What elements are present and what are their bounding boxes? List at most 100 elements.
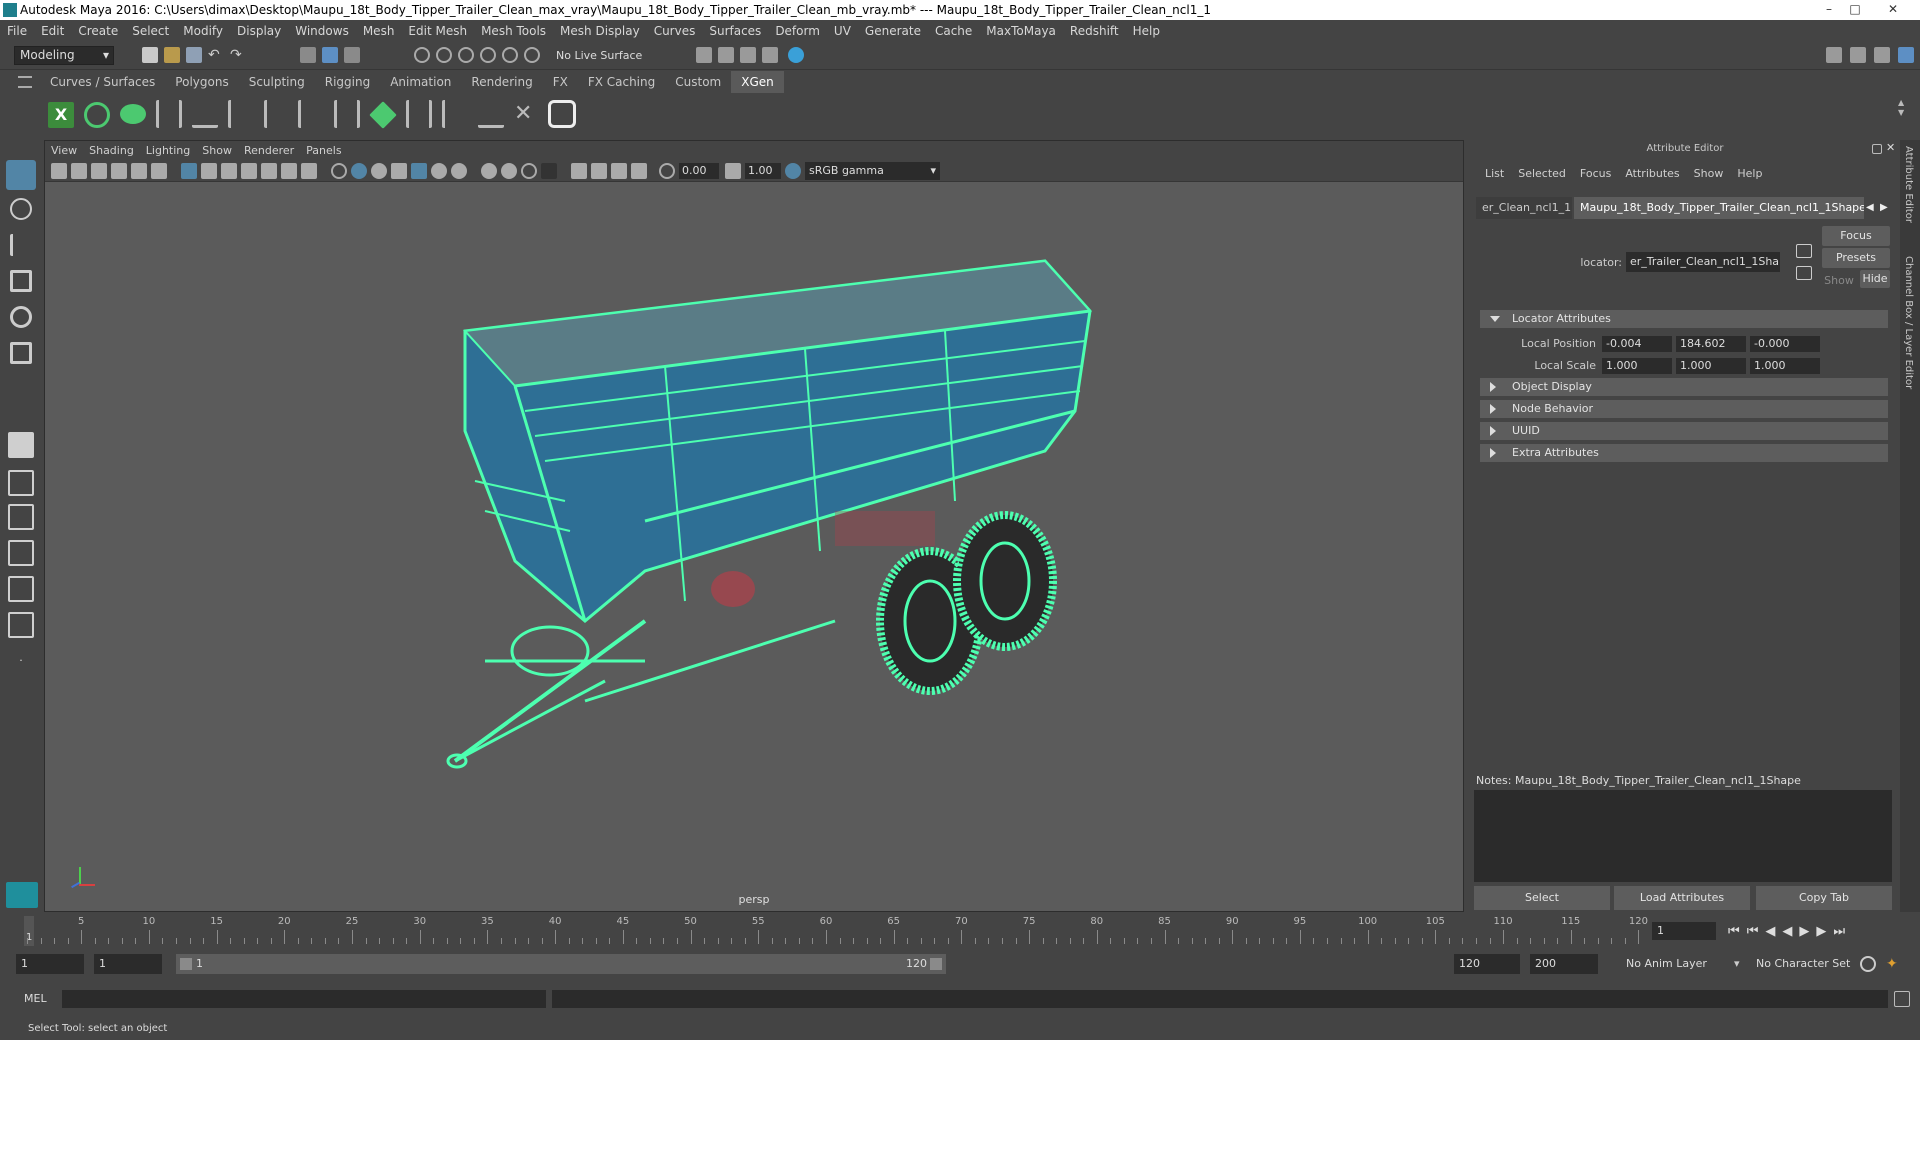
film-gate-icon[interactable] xyxy=(201,163,217,179)
scene-start-field[interactable]: 1 xyxy=(16,954,84,974)
smooth-shade-icon[interactable] xyxy=(351,163,367,179)
auto-key-icon[interactable] xyxy=(1860,956,1876,972)
hypershade-layout-icon[interactable] xyxy=(8,612,34,638)
safe-action-icon[interactable] xyxy=(281,163,297,179)
open-scene-icon[interactable] xyxy=(164,47,180,63)
local-position-x[interactable]: -0.004 xyxy=(1602,336,1672,352)
multisample-icon[interactable] xyxy=(611,163,627,179)
close-panel-icon[interactable]: ✕ xyxy=(1886,142,1898,154)
render-view-icon[interactable] xyxy=(718,47,734,63)
command-input[interactable] xyxy=(62,990,546,1008)
go-to-end-icon[interactable]: ⏭ xyxy=(1833,924,1852,939)
play-forward-icon[interactable]: ▶ xyxy=(1799,924,1816,939)
section-object-display[interactable]: Object Display xyxy=(1480,378,1888,396)
shelf-tab-sculpting[interactable]: Sculpting xyxy=(239,71,315,93)
hypershade-icon[interactable] xyxy=(788,47,804,63)
select-button[interactable]: Select xyxy=(1474,886,1610,910)
hide-button[interactable]: Hide xyxy=(1860,270,1890,288)
use-lights-icon[interactable] xyxy=(431,163,447,179)
shelf-menu-icon[interactable] xyxy=(18,76,32,88)
ipr-render-icon[interactable] xyxy=(762,47,778,63)
tool-settings-icon[interactable] xyxy=(1874,47,1890,63)
local-position-z[interactable]: -0.000 xyxy=(1750,336,1820,352)
menu-mesh-tools[interactable]: Mesh Tools xyxy=(474,20,553,42)
new-scene-icon[interactable] xyxy=(142,47,158,63)
select-output-icon[interactable] xyxy=(1796,266,1812,280)
playback-end-field[interactable]: 120 xyxy=(1454,954,1520,974)
camera-select-icon[interactable] xyxy=(51,163,67,179)
select-object-icon[interactable] xyxy=(322,47,338,63)
select-tool-icon[interactable] xyxy=(6,160,36,190)
time-ruler[interactable]: 1 5 10 15 20 25 30 35 40 45 50 55 60 65 70 75 80 85 90 95 1… xyxy=(24,914,1649,946)
minimize-icon[interactable]: – xyxy=(1816,0,1842,18)
paint-select-tool-icon[interactable] xyxy=(10,234,32,256)
menu-file[interactable]: File xyxy=(0,20,34,42)
trailer-wireframe-model[interactable] xyxy=(45,181,1463,891)
attribute-editor-toggle-icon[interactable] xyxy=(1850,47,1866,63)
menu-modify[interactable]: Modify xyxy=(176,20,230,42)
shelf-scroll-icon[interactable]: ▲ ▼ xyxy=(1898,98,1908,128)
menu-maxtomaya[interactable]: MaxToMaya xyxy=(979,20,1063,42)
gate-mask-icon[interactable] xyxy=(241,163,257,179)
snap-live-icon[interactable] xyxy=(524,47,540,63)
select-hierarchy-icon[interactable] xyxy=(300,47,316,63)
section-node-behavior[interactable]: Node Behavior xyxy=(1480,400,1888,418)
copy-tab-button[interactable]: Copy Tab xyxy=(1756,886,1892,910)
viewport-panel[interactable]: View Shading Lighting Show Renderer Panels xyxy=(44,140,1464,912)
move-tool-icon[interactable] xyxy=(10,270,32,292)
menu-edit[interactable]: Edit xyxy=(34,20,71,42)
redo-icon[interactable]: ↷ xyxy=(230,47,246,63)
menu-select[interactable]: Select xyxy=(125,20,176,42)
menu-surfaces[interactable]: Surfaces xyxy=(702,20,768,42)
script-editor-icon[interactable] xyxy=(1894,991,1910,1007)
outliner-layout-icon[interactable] xyxy=(8,576,34,602)
snap-surface-icon[interactable] xyxy=(502,47,518,63)
backface-culling-icon[interactable] xyxy=(541,163,557,179)
gamma-icon[interactable] xyxy=(725,163,741,179)
attr-menu-show[interactable]: Show xyxy=(1687,164,1731,184)
live-surface-field[interactable]: No Live Surface xyxy=(552,46,652,65)
menu-set-dropdown[interactable]: Modeling ▾ xyxy=(14,46,114,65)
xgen-description-icon[interactable] xyxy=(120,104,146,124)
exposure-field[interactable]: 0.00 xyxy=(679,163,719,179)
float-panel-icon[interactable] xyxy=(1872,144,1882,154)
gamma-field[interactable]: 1.00 xyxy=(745,163,781,179)
xgen-add-guide-icon[interactable] xyxy=(192,100,218,128)
wireframe-icon[interactable] xyxy=(331,163,347,179)
panel-menu-renderer[interactable]: Renderer xyxy=(238,141,300,160)
tab-shape-node[interactable]: Maupu_18t_Body_Tipper_Trailer_Clean_ncl1… xyxy=(1574,197,1864,219)
tab-attribute-editor[interactable]: Attribute Editor xyxy=(1903,146,1914,223)
xgen-cut-icon[interactable] xyxy=(478,100,504,128)
resolution-gate-icon[interactable] xyxy=(221,163,237,179)
local-position-y[interactable]: 184.602 xyxy=(1676,336,1746,352)
menu-mesh-display[interactable]: Mesh Display xyxy=(553,20,647,42)
range-slider[interactable]: 1 120 xyxy=(176,954,946,974)
xgen-place-icon[interactable] xyxy=(228,100,254,128)
safe-title-icon[interactable] xyxy=(301,163,317,179)
ambient-occlusion-icon[interactable] xyxy=(571,163,587,179)
shelf-tab-rendering[interactable]: Rendering xyxy=(461,71,542,93)
xgen-sculpt-icon[interactable] xyxy=(334,100,360,128)
modeling-toolkit-icon[interactable] xyxy=(1826,47,1842,63)
animation-prefs-icon[interactable]: ✦ xyxy=(1886,956,1902,972)
panel-menu-panels[interactable]: Panels xyxy=(300,141,347,160)
local-scale-x[interactable]: 1.000 xyxy=(1602,358,1672,374)
shelf-tab-xgen[interactable]: XGen xyxy=(731,71,784,93)
xray-joints-icon[interactable] xyxy=(501,163,517,179)
shelf-tab-fx[interactable]: FX xyxy=(543,71,578,93)
playback-start-field[interactable]: 1 xyxy=(94,954,162,974)
tab-left-arrow-icon[interactable]: ◀ xyxy=(1866,200,1878,216)
exposure-icon[interactable] xyxy=(659,163,675,179)
mel-label[interactable]: MEL xyxy=(24,988,47,1010)
xgen-preview-icon[interactable] xyxy=(84,102,110,128)
tab-transform-node[interactable]: er_Clean_ncl1_1 xyxy=(1476,197,1572,219)
snap-view-plane-icon[interactable] xyxy=(480,47,496,63)
menu-display[interactable]: Display xyxy=(230,20,288,42)
xgen-cache-icon[interactable] xyxy=(548,100,576,128)
snap-point-icon[interactable] xyxy=(458,47,474,63)
step-back-key-icon[interactable]: ◀ xyxy=(1765,924,1782,939)
snap-curve-icon[interactable] xyxy=(436,47,452,63)
xgen-lock-icon[interactable] xyxy=(298,100,324,128)
grease-pencil-icon[interactable] xyxy=(151,163,167,179)
grid-toggle-icon[interactable] xyxy=(181,163,197,179)
